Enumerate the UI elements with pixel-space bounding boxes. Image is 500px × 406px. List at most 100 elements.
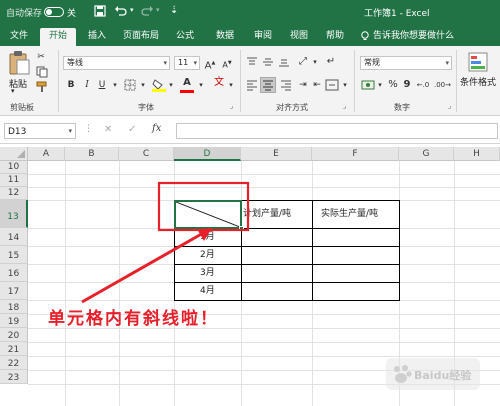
column-header-c[interactable]: C (119, 147, 174, 161)
increase-font-icon[interactable]: A▲ (203, 56, 217, 71)
paste-dropdown-icon[interactable]: ▾ (11, 87, 15, 95)
row-header-13[interactable]: 13 (0, 200, 28, 228)
undo-icon[interactable] (114, 5, 128, 17)
row-header-19[interactable]: 19 (0, 314, 28, 328)
row-header-23[interactable]: 23 (0, 370, 28, 384)
dialog-launcher-icon[interactable]: ⌟ (448, 102, 451, 110)
tab-help[interactable]: 帮助 (322, 28, 348, 46)
column-header-a[interactable]: A (28, 147, 65, 161)
column-header-e[interactable]: E (241, 147, 312, 161)
column-header-d[interactable]: D (174, 147, 241, 161)
table-row-label-1[interactable]: 1月 (200, 230, 215, 244)
autosave-toggle[interactable] (44, 7, 64, 17)
select-all-button[interactable] (0, 147, 28, 161)
borders-icon[interactable] (124, 79, 136, 91)
grid-line (28, 187, 500, 188)
column-header-f[interactable]: F (312, 147, 399, 161)
accounting-dropdown-icon[interactable]: ▾ (373, 78, 387, 92)
column-header-b[interactable]: B (65, 147, 119, 161)
bold-icon[interactable]: B (64, 78, 78, 92)
font-color-icon[interactable]: A (180, 76, 194, 90)
phonetic-dropdown-icon[interactable]: ▾ (224, 78, 238, 92)
font-color-dropdown-icon[interactable]: ▾ (194, 78, 208, 92)
table-header-planned[interactable]: 计划产量/吨 (243, 207, 291, 221)
align-left-icon[interactable] (246, 79, 258, 91)
redo-dropdown-icon[interactable]: ▾ (156, 6, 160, 14)
font-size-combo[interactable]: 11 ▾ (174, 56, 200, 70)
table-row-label-4[interactable]: 4月 (200, 284, 215, 298)
tab-page-layout[interactable]: 页面布局 (118, 28, 164, 46)
cut-icon[interactable]: ✂ (34, 50, 48, 64)
font-color-swatch (180, 90, 194, 93)
row-header-16[interactable]: 16 (0, 264, 28, 282)
wrap-text-icon[interactable]: ↵ (324, 55, 338, 69)
orientation-dropdown-icon[interactable]: ▾ (308, 55, 322, 69)
undo-dropdown-icon[interactable]: ▾ (130, 6, 134, 14)
merge-dropdown-icon[interactable]: ▾ (338, 78, 352, 92)
row-header-17[interactable]: 17 (0, 282, 28, 300)
indent-icon[interactable]: ⇥ (296, 78, 310, 92)
column-header-h[interactable]: H (454, 147, 500, 161)
underline-dropdown-icon[interactable]: ▾ (108, 78, 122, 92)
row-header-15[interactable]: 15 (0, 246, 28, 264)
name-box[interactable]: D13 ▾ (4, 123, 76, 139)
decrease-decimal-icon[interactable]: .00→ (434, 78, 451, 92)
outdent-icon[interactable]: ⇤ (310, 78, 324, 92)
conditional-format-label[interactable]: 条件格式 (460, 75, 496, 88)
dialog-launcher-icon[interactable]: ⌟ (343, 102, 346, 110)
selected-cell-d13[interactable] (174, 200, 244, 231)
confirm-entry-icon[interactable]: ✓ (128, 124, 136, 135)
underline-icon[interactable]: U (95, 78, 109, 92)
align-middle-icon[interactable] (262, 56, 274, 68)
fill-color-dropdown-icon[interactable]: ▾ (164, 78, 178, 92)
row-header-21[interactable]: 21 (0, 342, 28, 356)
format-painter-icon[interactable] (36, 81, 48, 93)
table-header-actual[interactable]: 实际生产量/吨 (321, 207, 378, 221)
increase-decimal-icon[interactable]: ←.0 (416, 78, 430, 92)
tab-file[interactable]: 文件 (6, 28, 32, 46)
tab-view[interactable]: 视图 (286, 28, 312, 46)
merge-center-icon[interactable] (325, 79, 339, 91)
row-header-18[interactable]: 18 (0, 300, 28, 314)
save-icon[interactable] (94, 5, 106, 17)
dialog-launcher-icon[interactable]: ⌟ (230, 102, 233, 110)
customize-toolbar-icon[interactable]: ⇣ (170, 5, 178, 16)
redo-icon[interactable] (140, 5, 154, 17)
chevron-down-icon: ▾ (68, 127, 72, 135)
formula-input[interactable] (176, 123, 498, 139)
fill-handle[interactable] (239, 226, 244, 231)
comma-style-icon[interactable]: 9 (400, 78, 414, 92)
paste-icon[interactable] (8, 50, 30, 76)
percent-style-icon[interactable]: % (386, 78, 400, 92)
borders-dropdown-icon[interactable]: ▾ (136, 78, 150, 92)
conditional-format-icon[interactable] (468, 52, 488, 72)
align-top-icon[interactable] (246, 56, 258, 68)
tab-formulas[interactable]: 公式 (172, 28, 198, 46)
insert-function-icon[interactable]: fx (152, 123, 161, 134)
row-header-20[interactable]: 20 (0, 328, 28, 342)
cancel-entry-icon[interactable]: ✕ (104, 124, 112, 135)
table-row-label-3[interactable]: 3月 (200, 266, 215, 280)
tab-review[interactable]: 审阅 (250, 28, 276, 46)
grid-line (28, 282, 500, 283)
italic-icon[interactable]: I (80, 78, 94, 92)
align-right-icon[interactable] (280, 79, 292, 91)
copy-icon[interactable] (36, 66, 48, 78)
font-size-value: 11 (178, 58, 189, 67)
row-header-12[interactable]: 12 (0, 187, 28, 200)
row-header-10[interactable]: 10 (0, 161, 28, 174)
decrease-font-icon[interactable]: A▼ (220, 56, 234, 70)
tell-me-search[interactable]: 告诉我你想要做什么 (373, 28, 454, 46)
align-bottom-icon[interactable] (278, 56, 290, 68)
align-center-button[interactable] (260, 77, 276, 93)
table-row-label-2[interactable]: 2月 (200, 248, 215, 262)
row-header-14[interactable]: 14 (0, 228, 28, 246)
tab-home[interactable]: 开始 (40, 28, 76, 46)
number-format-combo[interactable]: 常规 ▾ (360, 56, 452, 70)
tab-insert[interactable]: 插入 (84, 28, 110, 46)
tab-data[interactable]: 数据 (212, 28, 238, 46)
font-name-combo[interactable]: 等线 ▾ (63, 56, 170, 70)
column-header-g[interactable]: G (399, 147, 454, 161)
row-header-11[interactable]: 11 (0, 174, 28, 187)
row-header-22[interactable]: 22 (0, 356, 28, 370)
